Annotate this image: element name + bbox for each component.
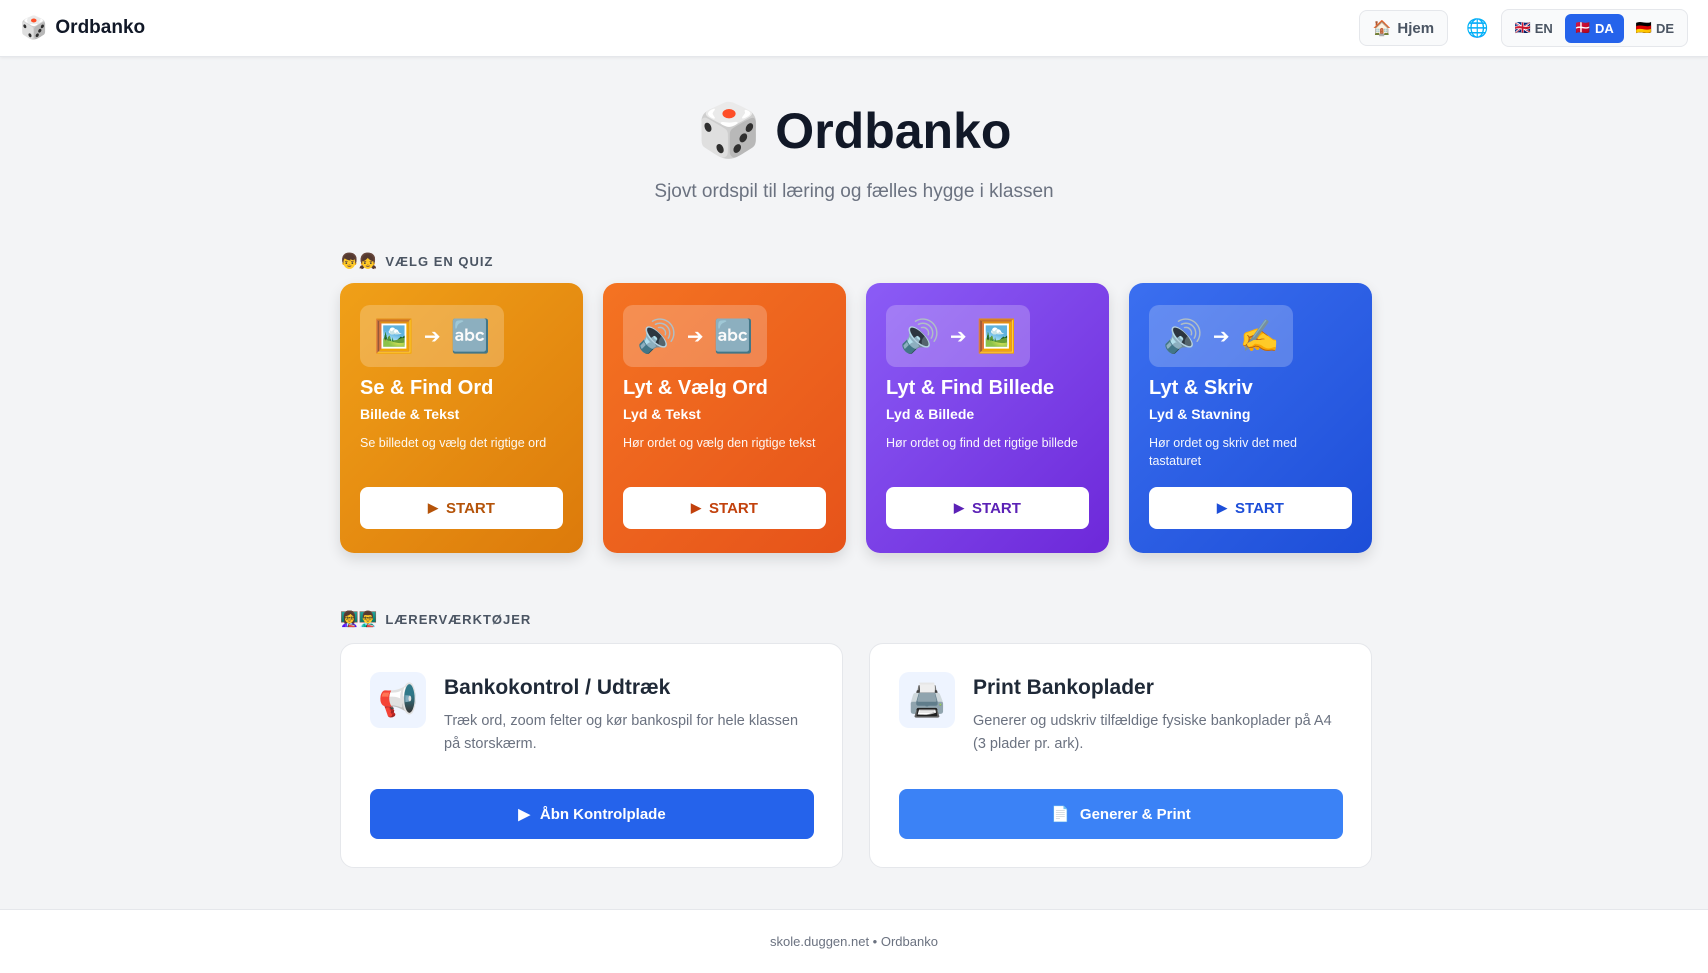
- letters-icon: 🔤: [450, 318, 491, 354]
- quiz-section-title: VÆLG EN QUIZ: [385, 253, 494, 269]
- start-button[interactable]: ▶ START: [1149, 487, 1352, 529]
- tool-head: 📢 Bankokontrol / Udtræk Træk ord, zoom f…: [370, 672, 813, 756]
- start-button[interactable]: ▶ START: [886, 487, 1089, 529]
- language-da-button[interactable]: 🇩🇰 DA: [1564, 13, 1624, 43]
- language-de-button[interactable]: 🇩🇪 DE: [1626, 14, 1684, 43]
- flag-de-icon: 🇩🇪: [1635, 20, 1652, 35]
- page-title: 🎲 Ordbanko: [0, 100, 1708, 161]
- button-label: Åbn Kontrolplade: [539, 805, 666, 823]
- quiz-mode-icons: 🔊 ➔ ✍️: [1149, 305, 1294, 367]
- tools-card-list: 📢 Bankokontrol / Udtræk Træk ord, zoom f…: [340, 643, 1372, 868]
- letters-icon: 🔤: [713, 318, 754, 354]
- home-button[interactable]: 🏠 Hjem: [1358, 10, 1449, 46]
- brand-name: Ordbanko: [55, 17, 146, 38]
- button-label: Generer & Print: [1079, 805, 1191, 823]
- tool-text: Print Bankoplader Generer og udskriv til…: [973, 672, 1342, 756]
- picture-icon: 🖼️: [374, 318, 414, 354]
- play-icon: ▶: [1217, 500, 1228, 515]
- quiz-card-see-find-word[interactable]: 🖼️ ➔ 🔤 Se & Find Ord Billede & Tekst Se …: [340, 283, 583, 553]
- quiz-description: Hør ordet og find det rigtige billede: [886, 436, 1078, 450]
- writing-hand-icon: ✍️: [1239, 318, 1280, 354]
- dice-icon: 🎲: [20, 15, 48, 40]
- quiz-card-list: 🖼️ ➔ 🔤 Se & Find Ord Billede & Tekst Se …: [340, 283, 1372, 553]
- dice-icon: 🎲: [696, 102, 762, 160]
- speaker-icon: 🔊: [637, 318, 677, 354]
- printer-icon: 🖨️: [899, 672, 955, 728]
- tool-card-banko-control: 📢 Bankokontrol / Udtræk Træk ord, zoom f…: [340, 643, 843, 868]
- start-button[interactable]: ▶ START: [623, 487, 826, 529]
- play-icon: ▶: [428, 500, 439, 515]
- quiz-title: Lyt & Vælg Ord: [623, 377, 768, 399]
- play-icon: ▶: [691, 500, 702, 515]
- quiz-title: Lyt & Find Billede: [886, 377, 1055, 399]
- quiz-description: Se billedet og vælg det rigtige ord: [360, 436, 547, 450]
- hero: 🎲 Ordbanko Sjovt ordspil til læring og f…: [0, 100, 1708, 203]
- children-icon: 👦👧: [340, 253, 378, 270]
- footer-text: skole.duggen.net • Ordbanko: [770, 934, 938, 949]
- arrow-right-icon: ➔: [949, 325, 967, 348]
- tool-title: Bankokontrol / Udtræk: [444, 676, 671, 699]
- quiz-subtitle: Billede & Tekst: [360, 406, 460, 422]
- language-code: EN: [1534, 20, 1553, 36]
- quiz-subtitle: Lyd & Billede: [886, 406, 975, 422]
- start-label: START: [446, 499, 495, 517]
- quiz-subtitle: Lyd & Tekst: [623, 406, 701, 422]
- quiz-description: Hør ordet og skriv det med tastaturet: [1149, 436, 1297, 468]
- start-label: START: [1235, 499, 1284, 517]
- flag-dk-icon: 🇩🇰: [1574, 20, 1591, 35]
- page-title-text: Ordbanko: [775, 102, 1012, 159]
- language-switcher: 🇬🇧 EN 🇩🇰 DA 🇩🇪 DE: [1500, 9, 1688, 47]
- top-right-controls: 🏠 Hjem 🌐 🇬🇧 EN 🇩🇰 DA 🇩🇪 DE: [1358, 9, 1688, 47]
- quiz-card-listen-find-picture[interactable]: 🔊 ➔ 🖼️ Lyt & Find Billede Lyd & Billede …: [866, 283, 1109, 553]
- quiz-mode-icons: 🔊 ➔ 🔤: [623, 305, 768, 367]
- quiz-mode-icons: 🖼️ ➔ 🔤: [360, 305, 505, 367]
- quiz-card-listen-write[interactable]: 🔊 ➔ ✍️ Lyt & Skriv Lyd & Stavning Hør or…: [1129, 283, 1372, 553]
- language-code: DA: [1594, 20, 1614, 36]
- tools-section-label: 👩‍🏫👨‍🏫 LÆRERVÆRKTØJER: [340, 610, 531, 628]
- flag-gb-icon: 🇬🇧: [1514, 20, 1531, 35]
- tool-description: Træk ord, zoom felter og kør bankospil f…: [444, 713, 799, 752]
- picture-icon: 🖼️: [976, 318, 1017, 354]
- quiz-title: Lyt & Skriv: [1149, 377, 1253, 399]
- speaker-icon: 🔊: [900, 318, 940, 354]
- tools-section-title: LÆRERVÆRKTØJER: [385, 611, 532, 627]
- globe-icon: 🌐: [1466, 17, 1489, 38]
- brand[interactable]: 🎲 Ordbanko: [20, 17, 145, 39]
- language-code: DE: [1655, 20, 1674, 36]
- quiz-card-listen-choose-word[interactable]: 🔊 ➔ 🔤 Lyt & Vælg Ord Lyd & Tekst Hør ord…: [603, 283, 846, 553]
- home-label: Hjem: [1397, 19, 1435, 37]
- arrow-right-icon: ➔: [423, 325, 441, 348]
- tool-title: Print Bankoplader: [973, 676, 1154, 699]
- arrow-right-icon: ➔: [1212, 325, 1230, 348]
- tool-head: 🖨️ Print Bankoplader Generer og udskriv …: [899, 672, 1342, 756]
- play-icon: ▶: [954, 500, 965, 515]
- quiz-description: Hør ordet og vælg den rigtige tekst: [623, 436, 816, 450]
- footer: skole.duggen.net • Ordbanko: [0, 909, 1708, 973]
- play-icon: ▶: [518, 806, 530, 823]
- tool-text: Bankokontrol / Udtræk Træk ord, zoom fel…: [444, 672, 813, 756]
- megaphone-icon: 📢: [370, 672, 426, 728]
- quiz-subtitle: Lyd & Stavning: [1149, 406, 1251, 422]
- quiz-section-label: 👦👧 VÆLG EN QUIZ: [340, 252, 493, 270]
- page-subtitle: Sjovt ordspil til læring og fælles hygge…: [654, 181, 1054, 202]
- tool-description: Generer og udskriv tilfældige fysiske ba…: [973, 713, 1332, 752]
- home-icon: 🏠: [1372, 20, 1392, 37]
- tool-card-print-boards: 🖨️ Print Bankoplader Generer og udskriv …: [869, 643, 1372, 868]
- language-en-button[interactable]: 🇬🇧 EN: [1505, 14, 1563, 43]
- quiz-mode-icons: 🔊 ➔ 🖼️: [886, 305, 1031, 367]
- quiz-title: Se & Find Ord: [360, 377, 494, 399]
- document-icon: 📄: [1051, 806, 1070, 823]
- teachers-icon: 👩‍🏫👨‍🏫: [340, 611, 378, 628]
- top-bar: 🎲 Ordbanko 🏠 Hjem 🌐 🇬🇧 EN 🇩🇰 DA 🇩🇪 DE: [0, 0, 1708, 57]
- open-control-panel-button[interactable]: ▶ Åbn Kontrolplade: [370, 789, 814, 839]
- start-button[interactable]: ▶ START: [360, 487, 563, 529]
- start-label: START: [709, 499, 758, 517]
- arrow-right-icon: ➔: [686, 325, 704, 348]
- start-label: START: [972, 499, 1021, 517]
- generate-print-button[interactable]: 📄 Generer & Print: [899, 789, 1343, 839]
- speaker-icon: 🔊: [1163, 318, 1203, 354]
